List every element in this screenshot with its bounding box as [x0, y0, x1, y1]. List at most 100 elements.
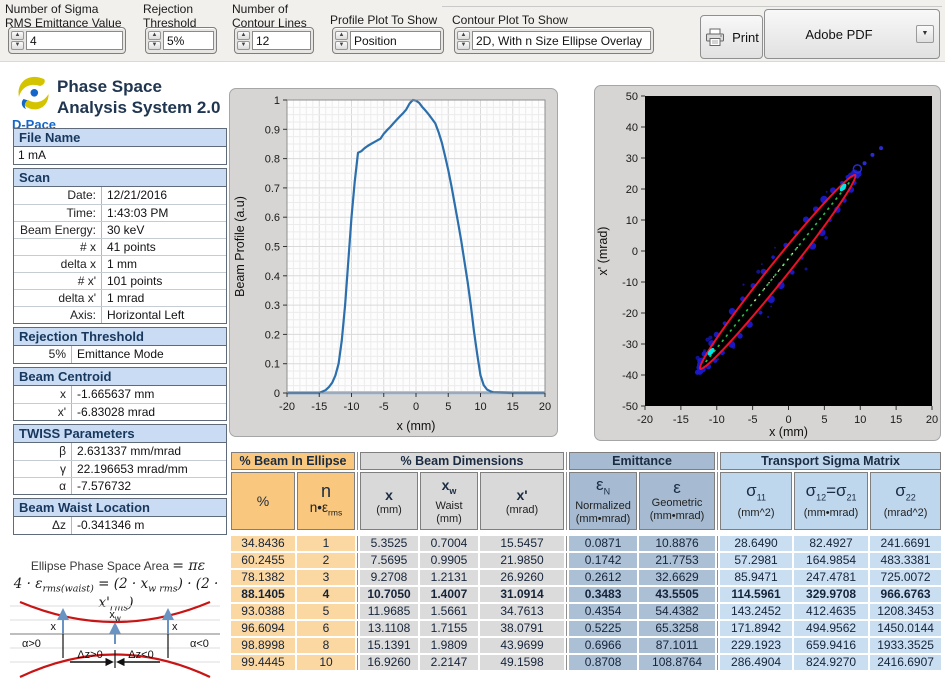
spin-down-icon[interactable]: ▼	[457, 41, 470, 50]
table-cell: 15.5457	[480, 536, 564, 551]
info-value: 1 mm	[102, 256, 226, 272]
label-xw: xw	[109, 609, 121, 623]
table-cell: 6	[297, 621, 355, 636]
table-cell: 4	[297, 587, 355, 602]
table-row: 96.6094613.11081.715538.07910.522565.325…	[231, 621, 941, 636]
spin-down-icon[interactable]: ▼	[335, 41, 348, 50]
info-section: TWISS Parametersβ2.631337 mm/mradγ22.196…	[13, 424, 227, 495]
phase-space-contour-plot: -20-15-10-505101520-50-40-30-20-10010203…	[594, 85, 941, 441]
rejection-spinner-input[interactable]	[163, 31, 214, 50]
y-tick-label: -10	[622, 277, 638, 289]
section-header: Scan	[14, 169, 226, 187]
outlier-dot	[863, 161, 867, 165]
x-tick-label: 15	[890, 414, 902, 426]
table-column-header: xwWaist(mm)	[420, 472, 478, 530]
label-dz-neg: Δz<0	[128, 649, 153, 661]
app-title-line1: Phase Space	[57, 76, 220, 97]
group-separator	[357, 570, 358, 585]
info-value: Emittance Mode	[72, 346, 226, 363]
rejection-spinner[interactable]: ▲ ▼	[145, 27, 217, 54]
spin-up-icon[interactable]: ▲	[237, 31, 250, 40]
table-cell: 60.2455	[231, 553, 295, 568]
info-row: x-1.665637 mm	[14, 386, 226, 403]
adobe-pdf-dropdown[interactable]: ▼	[916, 25, 934, 43]
info-row: Date:12/21/2016	[14, 187, 226, 204]
contour-lines-spinner[interactable]: ▲ ▼	[234, 27, 314, 54]
print-button[interactable]: Print	[700, 15, 763, 59]
group-separator	[566, 452, 567, 470]
table-cell: 1208.3453	[870, 604, 941, 619]
profile-plot-select-arrows: ▲ ▼	[335, 31, 348, 50]
spin-down-icon[interactable]: ▼	[237, 41, 250, 50]
toolbar: Number of Sigma RMS Emittance Value ▲ ▼ …	[0, 0, 945, 62]
contour-plot-select-label: Contour Plot To Show	[452, 14, 568, 28]
group-separator	[357, 638, 358, 653]
table-cell: 9.2708	[360, 570, 418, 585]
table-cell: 247.4781	[794, 570, 868, 585]
app-title: Phase Space Analysis System 2.0	[57, 76, 220, 118]
profile-plot-select[interactable]: ▲ ▼	[332, 27, 444, 54]
table-cell: 93.0388	[231, 604, 295, 619]
group-separator	[717, 655, 718, 670]
spin-down-icon[interactable]: ▼	[148, 41, 161, 50]
rejection-spinner-label: Rejection Threshold	[143, 3, 196, 30]
x-tick-label: 5	[445, 401, 451, 413]
spin-down-icon[interactable]: ▼	[11, 41, 24, 50]
group-separator	[566, 570, 567, 585]
group-separator	[357, 452, 358, 470]
table-cell: 87.1011	[639, 638, 715, 653]
table-row: 99.44451016.92602.214749.15980.8708108.8…	[231, 655, 941, 670]
group-separator	[566, 621, 567, 636]
table-cell: 28.6490	[720, 536, 792, 551]
group-separator	[566, 638, 567, 653]
table-cell: 0.8708	[569, 655, 637, 670]
y-tick-label: 40	[626, 122, 638, 134]
table-cell: 0.1742	[569, 553, 637, 568]
spin-up-icon[interactable]: ▲	[335, 31, 348, 40]
table-cell: 0.5225	[569, 621, 637, 636]
adobe-pdf-button[interactable]: Adobe PDF ▼	[764, 9, 940, 59]
table-cell: 725.0072	[870, 570, 941, 585]
label-dz-pos: Δz>0	[77, 649, 102, 661]
contour-plot-select-input[interactable]	[472, 31, 651, 50]
sigma-spinner-input[interactable]	[26, 31, 123, 50]
info-label: 5%	[14, 346, 72, 363]
spin-up-icon[interactable]: ▲	[148, 31, 161, 40]
beam-waist-diagram: xw x x α>0 α<0 Δz>0 Δz<0	[8, 598, 222, 683]
info-label: x	[14, 386, 72, 403]
group-separator	[357, 655, 358, 670]
section-header: Beam Centroid	[14, 368, 226, 386]
table-cell: 15.1391	[360, 638, 418, 653]
contour-plot-select[interactable]: ▲ ▼	[454, 27, 654, 54]
ellipse-area-formula: Ellipse Phase Space Area = πε	[12, 558, 224, 574]
x-tick-label: -5	[748, 414, 758, 426]
info-value: -0.341346 m	[72, 517, 226, 534]
sigma-spinner[interactable]: ▲ ▼	[8, 27, 126, 54]
info-value: 30 keV	[102, 222, 226, 238]
plot-background	[645, 96, 932, 406]
table-group-header: % Beam In Ellipse	[231, 452, 355, 470]
table-cell: 2.2147	[420, 655, 478, 670]
group-separator	[357, 553, 358, 568]
info-value: 1:43:03 PM	[102, 205, 226, 221]
contour-lines-spinner-input[interactable]	[252, 31, 311, 50]
table-cell: 412.4635	[794, 604, 868, 619]
x-tick-label: -5	[379, 401, 389, 413]
y-tick-label: 0.6	[265, 212, 280, 224]
profile-plot-select-input[interactable]	[350, 31, 441, 50]
x-tick-label: -10	[709, 414, 725, 426]
table-cell: 1.2131	[420, 570, 478, 585]
info-value: Horizontal Left	[102, 307, 226, 323]
spin-up-icon[interactable]: ▲	[457, 31, 470, 40]
y-tick-label: -50	[622, 401, 638, 413]
table-cell: 5	[297, 604, 355, 619]
table-cell: 96.6094	[231, 621, 295, 636]
table-column-header: εNNormalized(mm•mrad)	[569, 472, 637, 530]
spin-up-icon[interactable]: ▲	[11, 31, 24, 40]
table-cell: 65.3258	[639, 621, 715, 636]
table-cell: 1933.3525	[870, 638, 941, 653]
table-cell: 10	[297, 655, 355, 670]
group-separator	[717, 587, 718, 602]
table-cell: 229.1923	[720, 638, 792, 653]
info-value: 41 points	[102, 239, 226, 255]
